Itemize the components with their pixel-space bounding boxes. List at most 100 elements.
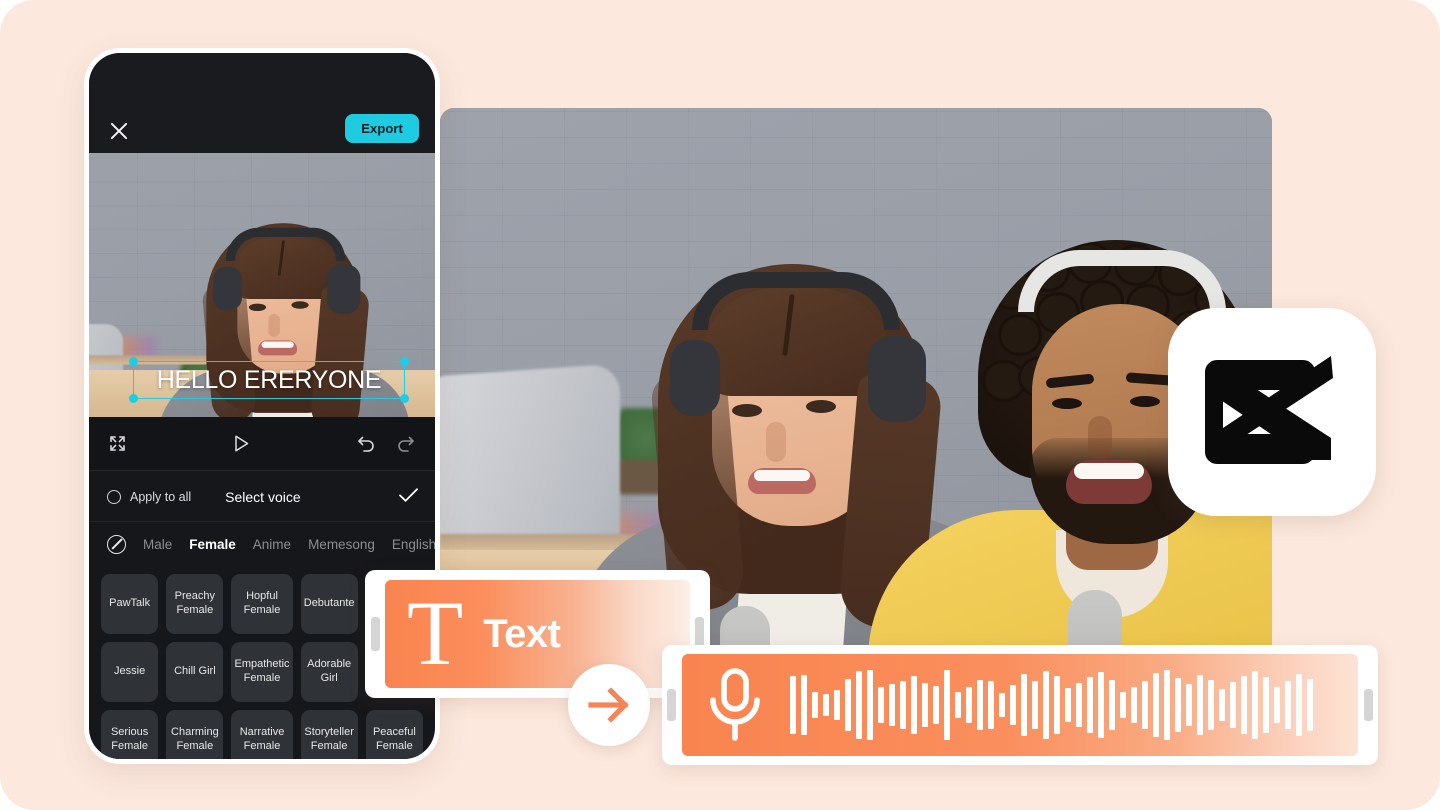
waveform-bar — [867, 669, 873, 741]
voice-chip[interactable]: Serious Female — [101, 710, 159, 759]
waveform-bar — [1142, 681, 1148, 729]
voice-chip[interactable]: Peaceful Female — [365, 710, 423, 759]
audio-card-handle-left[interactable] — [667, 689, 676, 721]
waveform-bar — [1076, 683, 1082, 727]
tab-female[interactable]: Female — [189, 537, 236, 552]
text-card-label: Text — [483, 611, 561, 656]
waveform-bar — [1109, 679, 1115, 731]
text-feature-card[interactable]: T Text — [365, 570, 710, 698]
waveform-bar — [966, 686, 972, 724]
capcut-logo-icon — [1205, 356, 1333, 464]
waveform-bar — [1153, 673, 1159, 737]
voice-chip[interactable]: Debutante — [300, 574, 358, 634]
player-toolbar — [89, 417, 435, 471]
waveform-bar — [1197, 674, 1203, 736]
tab-male[interactable]: Male — [143, 537, 172, 552]
waveform-bar — [911, 675, 917, 735]
apply-to-all-radio[interactable] — [107, 489, 121, 504]
voice-chip[interactable]: Chill Girl — [166, 642, 224, 702]
caption-handle-tr[interactable] — [400, 357, 409, 366]
editor-topbar: Export — [89, 53, 435, 153]
voice-chip[interactable]: Preachy Female — [166, 574, 224, 634]
waveform-bar — [801, 674, 807, 736]
close-icon[interactable] — [107, 119, 131, 143]
waveform-bar — [1164, 669, 1170, 741]
waveform-bar — [1065, 688, 1071, 722]
waveform-bar — [988, 681, 994, 729]
voice-chip[interactable]: Jessie — [101, 642, 159, 702]
waveform-bar — [1175, 678, 1181, 732]
tab-memesong[interactable]: Memesong — [308, 537, 375, 552]
waveform-bar — [1021, 673, 1027, 737]
waveform-bar — [1186, 684, 1192, 726]
voice-category-tabs: Male Female Anime Memesong English — [89, 522, 435, 566]
caption-handle-tl[interactable] — [129, 357, 138, 366]
text-T-icon: T — [407, 582, 464, 685]
voice-chip[interactable]: PawTalk — [101, 574, 159, 634]
waveform-bar — [999, 693, 1005, 717]
waveform-bar — [1054, 675, 1060, 735]
capcut-logo — [1168, 308, 1376, 516]
video-preview[interactable]: HELLO ERERYONE — [89, 153, 435, 417]
arrow-right-button[interactable] — [568, 664, 650, 746]
arrow-right-icon — [588, 687, 629, 723]
caption-handle-br[interactable] — [400, 394, 409, 403]
apply-to-all-label: Apply to all — [130, 489, 192, 504]
no-voice-icon[interactable] — [107, 534, 126, 554]
waveform-bar — [1087, 677, 1093, 733]
panel-title: Select voice — [225, 488, 301, 505]
waveform-bar — [1043, 670, 1049, 740]
waveform-bar — [1032, 680, 1038, 730]
voice-panel-header: Apply to all Select voice — [89, 472, 435, 522]
waveform-bar — [1296, 673, 1302, 737]
text-card-handle-left[interactable] — [371, 617, 380, 651]
waveform-bar — [812, 692, 818, 718]
export-button[interactable]: Export — [345, 114, 419, 143]
waveform-bar — [1307, 678, 1313, 732]
voice-chip[interactable]: Charming Female — [166, 710, 224, 759]
waveform-bar — [790, 676, 796, 734]
waveform-bar — [1241, 675, 1247, 735]
waveform-bar — [1274, 686, 1280, 724]
waveform-bar — [933, 685, 939, 725]
waveform-bar — [900, 681, 906, 729]
waveform-bar — [1098, 672, 1104, 738]
text-card-body: T Text — [385, 580, 690, 688]
undo-icon[interactable] — [357, 435, 376, 452]
waveform-bar — [922, 683, 928, 727]
caption-selection-box[interactable]: HELLO ERERYONE — [129, 357, 409, 403]
waveform-bar — [1208, 679, 1214, 731]
voice-chip[interactable]: Storyteller Female — [300, 710, 358, 759]
page-root: Export HELLO ERERYONE Apply to all Selec… — [0, 0, 1440, 810]
voice-chip[interactable]: Adorable Girl — [300, 642, 358, 702]
fullscreen-icon[interactable] — [109, 435, 126, 452]
waveform-bar — [1219, 689, 1225, 721]
waveform-bar — [845, 678, 851, 732]
waveform-bar — [1263, 677, 1269, 733]
audio-card-body — [682, 654, 1358, 756]
audio-waveform — [790, 663, 1313, 747]
waveform-bar — [823, 694, 829, 716]
tab-anime[interactable]: Anime — [253, 537, 291, 552]
play-icon[interactable] — [233, 434, 250, 453]
waveform-bar — [1131, 686, 1137, 724]
check-icon[interactable] — [398, 487, 419, 507]
voice-chip[interactable]: Narrative Female — [231, 710, 293, 759]
voice-chip[interactable]: Hopful Female — [231, 574, 293, 634]
waveform-bar — [1010, 684, 1016, 726]
waveform-bar — [856, 671, 862, 739]
redo-icon[interactable] — [396, 435, 415, 452]
waveform-bar — [1285, 680, 1291, 730]
waveform-bar — [878, 686, 884, 724]
caption-text: HELLO ERERYONE — [156, 365, 382, 394]
voice-chip[interactable]: Empathetic Female — [231, 642, 293, 702]
audio-card-handle-right[interactable] — [1364, 689, 1373, 721]
caption-handle-bl[interactable] — [129, 394, 138, 403]
tab-english[interactable]: English — [392, 537, 435, 552]
waveform-bar — [1120, 692, 1126, 718]
waveform-bar — [834, 689, 840, 721]
audio-feature-card[interactable] — [662, 645, 1378, 765]
waveform-bar — [1230, 682, 1236, 728]
waveform-bar — [889, 684, 895, 726]
waveform-bar — [955, 692, 961, 718]
